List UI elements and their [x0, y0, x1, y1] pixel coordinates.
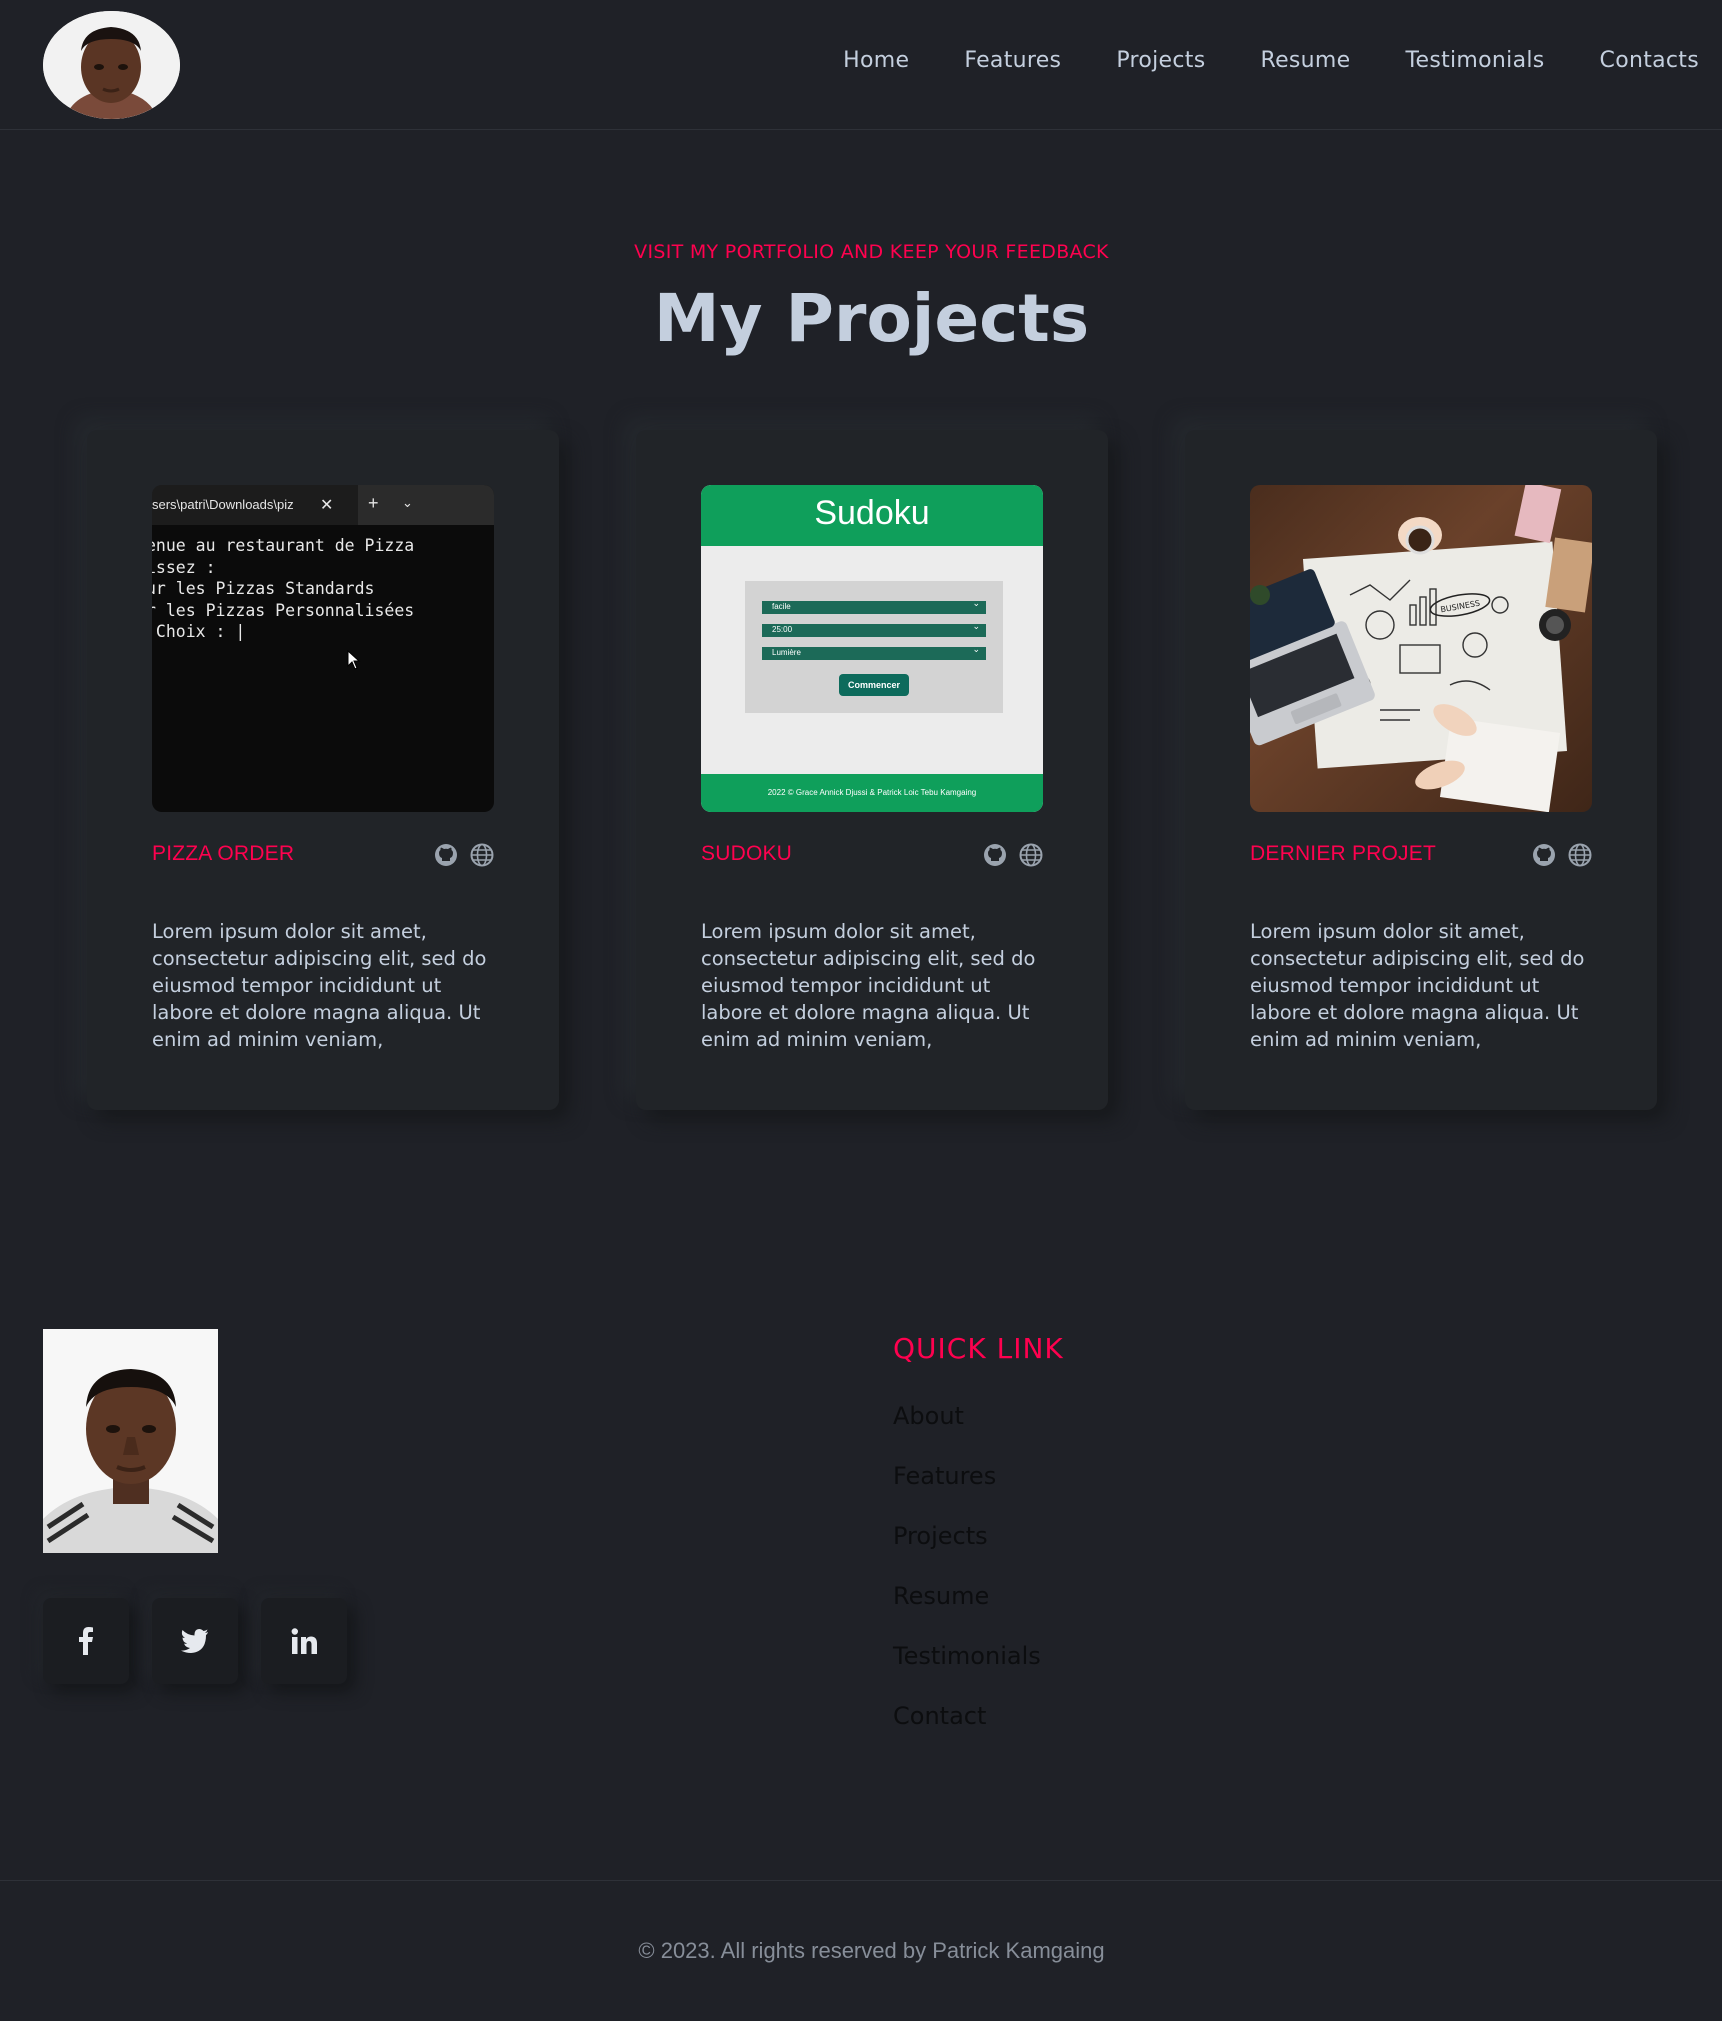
- project-description: Lorem ipsum dolor sit amet, consectetur …: [701, 920, 1036, 1051]
- globe-icon[interactable]: [1568, 843, 1592, 867]
- nav-home[interactable]: Home: [843, 48, 909, 73]
- quick-link-list: About Features Projects Resume Testimoni…: [893, 1402, 1041, 1762]
- mouse-cursor-icon: [347, 650, 361, 670]
- project-title[interactable]: DERNIER PROJET: [1250, 842, 1436, 866]
- copyright-text: © 2023. All rights reserved by Patrick K…: [638, 1938, 1105, 1963]
- project-thumbnail[interactable]: BUSINESS: [1250, 485, 1592, 812]
- terminal-tab-label: sers\patri\Downloads\piz: [152, 497, 294, 512]
- sudoku-heading: Sudoku: [701, 485, 1043, 546]
- project-title[interactable]: SUDOKU: [701, 842, 792, 866]
- project-card-dernier-projet[interactable]: BUSINESS DERNIER PROJET Lorem ipsum dolo…: [1185, 430, 1657, 1110]
- github-icon[interactable]: [434, 843, 458, 867]
- nav-features[interactable]: Features: [964, 48, 1061, 73]
- project-thumbnail[interactable]: sers\patri\Downloads\piz ✕ + ⌄ enue au r…: [152, 485, 494, 812]
- linkedin-button[interactable]: [261, 1598, 347, 1684]
- terminal-tab: sers\patri\Downloads\piz ✕: [152, 485, 358, 525]
- theme-select: Lumière: [762, 644, 986, 660]
- facebook-icon: [79, 1627, 93, 1655]
- quick-link-projects[interactable]: Projects: [893, 1522, 988, 1550]
- globe-icon[interactable]: [470, 843, 494, 867]
- site-header: Home Features Projects Resume Testimonia…: [0, 0, 1722, 130]
- project-card-pizza-order[interactable]: sers\patri\Downloads\piz ✕ + ⌄ enue au r…: [87, 430, 559, 1110]
- quick-link-contact[interactable]: Contact: [893, 1702, 986, 1730]
- list-item: Testimonials: [893, 1642, 1041, 1702]
- terminal-line: ur les Pizzas Standards: [152, 579, 375, 598]
- timer-select: 25:00: [762, 621, 986, 637]
- nav-testimonials[interactable]: Testimonials: [1405, 48, 1544, 73]
- terminal-line: Choix : |: [152, 622, 246, 641]
- nav-resume[interactable]: Resume: [1260, 48, 1350, 73]
- difficulty-select: facile: [762, 598, 986, 614]
- section-title: My Projects: [653, 280, 1090, 357]
- terminal-line: enue au restaurant de Pizza: [152, 536, 415, 555]
- terminal-output: enue au restaurant de Pizza issez : ur les…: [152, 535, 414, 643]
- quick-link-about[interactable]: About: [893, 1402, 964, 1430]
- terminal-screenshot: sers\patri\Downloads\piz ✕ + ⌄ enue au r…: [152, 485, 494, 812]
- nav-contacts[interactable]: Contacts: [1600, 48, 1699, 73]
- list-item: Resume: [893, 1582, 1041, 1642]
- project-description: Lorem ipsum dolor sit amet, consectetur …: [1250, 920, 1585, 1051]
- plus-icon: +: [368, 493, 379, 513]
- project-title[interactable]: PIZZA ORDER: [152, 842, 294, 866]
- linkedin-icon: [291, 1628, 317, 1654]
- project-links: [1532, 843, 1592, 867]
- sudoku-screenshot: Sudoku facile 25:00 Lumière Commencer 20…: [701, 485, 1043, 812]
- project-thumbnail[interactable]: Sudoku facile 25:00 Lumière Commencer 20…: [701, 485, 1043, 812]
- footer-portrait: [43, 1329, 218, 1553]
- project-card-sudoku[interactable]: Sudoku facile 25:00 Lumière Commencer 20…: [636, 430, 1108, 1110]
- project-description: Lorem ipsum dolor sit amet, consectetur …: [152, 920, 487, 1051]
- list-item: Projects: [893, 1522, 1041, 1582]
- sudoku-footer: 2022 © Grace Annick Djussi & Patrick Loi…: [701, 774, 1043, 812]
- logo-avatar[interactable]: [43, 11, 180, 119]
- start-button: Commencer: [839, 674, 909, 696]
- project-links: [983, 843, 1043, 867]
- facebook-button[interactable]: [43, 1598, 129, 1684]
- sudoku-settings-panel: facile 25:00 Lumière Commencer: [745, 581, 1003, 713]
- close-icon: ✕: [320, 497, 334, 514]
- list-item: About: [893, 1402, 1041, 1462]
- twitter-button[interactable]: [152, 1598, 238, 1684]
- project-links: [434, 843, 494, 867]
- twitter-icon: [181, 1629, 208, 1653]
- quick-link-features[interactable]: Features: [893, 1462, 996, 1490]
- list-item: Features: [893, 1462, 1041, 1522]
- quick-link-resume[interactable]: Resume: [893, 1582, 989, 1610]
- chevron-down-icon: ⌄: [402, 495, 413, 510]
- list-item: Contact: [893, 1702, 1041, 1762]
- github-icon[interactable]: [983, 843, 1007, 867]
- section-subtitle: VISIT MY PORTFOLIO AND KEEP YOUR FEEDBAC…: [634, 241, 1109, 263]
- terminal-line: r les Pizzas Personnalisées: [152, 600, 415, 620]
- nav-projects[interactable]: Projects: [1116, 48, 1205, 73]
- terminal-line: issez :: [152, 557, 216, 577]
- github-icon[interactable]: [1532, 843, 1556, 867]
- terminal-tabbar: sers\patri\Downloads\piz ✕ + ⌄: [152, 485, 494, 525]
- globe-icon[interactable]: [1019, 843, 1043, 867]
- quick-link-testimonials[interactable]: Testimonials: [893, 1642, 1041, 1670]
- quick-link-heading: QUICK LINK: [893, 1332, 1064, 1365]
- workspace-photo: BUSINESS: [1250, 485, 1592, 812]
- main-nav: Home Features Projects Resume Testimonia…: [843, 48, 1699, 73]
